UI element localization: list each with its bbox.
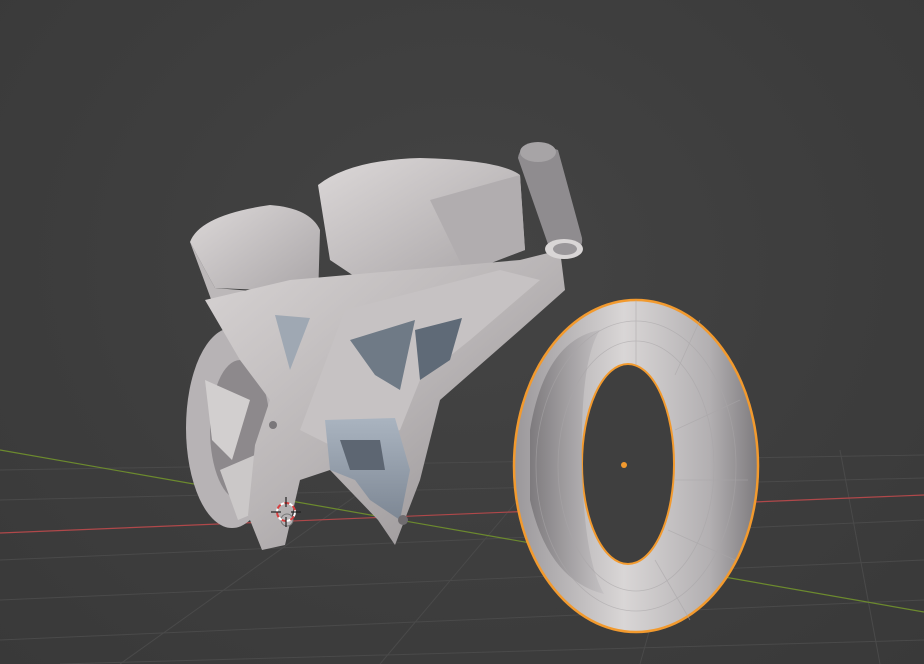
x-axis-line [0,494,924,534]
object-origin-dot [621,462,627,468]
front-tire-mesh[interactable] [512,298,760,634]
3d-viewport[interactable] [0,0,924,664]
viewport-canvas[interactable] [0,0,924,664]
y-axis-line [0,449,924,613]
floor-grid [0,449,924,664]
